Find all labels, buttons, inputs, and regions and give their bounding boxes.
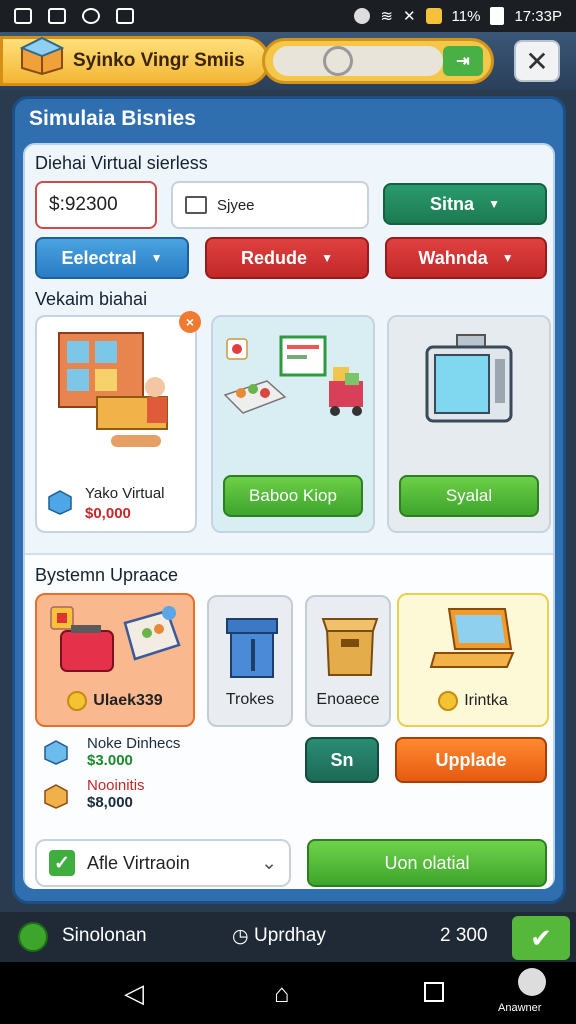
box-crate-icon xyxy=(321,618,379,676)
section-label-virtual: Diehai Virtual sierless xyxy=(35,153,208,173)
panel-body: Diehai Virtual sierless $:92300 Sjyee Si… xyxy=(23,143,555,889)
export-icon[interactable]: ⇥ xyxy=(443,46,483,76)
list-item-2-name: Nooinitis xyxy=(87,777,145,794)
chevron-down-icon: ▼ xyxy=(321,251,333,265)
price-input-value: $:92300 xyxy=(49,194,118,215)
confirm-check-icon[interactable]: ✔ xyxy=(512,916,570,960)
signal-icon: ✕ xyxy=(402,8,416,25)
name-input-value: Sjyee xyxy=(217,196,255,214)
section-label-shop: Vekaim biahai xyxy=(35,289,148,309)
card-business-name: Yako Virtual xyxy=(85,485,165,502)
company-name: Sinolonan xyxy=(62,925,147,946)
upgrade-tile-3-label: Enoaece xyxy=(316,691,380,708)
vending-machine-icon xyxy=(425,334,513,423)
clock-time: 17:33P xyxy=(514,7,562,25)
upgrade-tile-3[interactable]: Enoaece xyxy=(305,595,391,727)
charging-icon xyxy=(425,8,442,24)
back-icon[interactable]: ◁ xyxy=(124,978,144,1009)
category-dropdown[interactable]: Sitna ▼ xyxy=(383,183,547,225)
card-shop-button[interactable]: Baboo Kiop xyxy=(223,475,363,517)
clock-icon xyxy=(82,8,100,24)
assistant-label: Anawner xyxy=(498,1002,542,1014)
store-market-icon xyxy=(223,335,363,416)
upgrade-tile-4-label: Irintka xyxy=(399,691,547,711)
upgrade-tile-2-label: Trokes xyxy=(225,691,275,708)
crate-icon xyxy=(44,784,68,809)
upgrade-tile-2[interactable]: Trokes xyxy=(207,595,293,727)
card-machine-button[interactable]: Syalal xyxy=(399,475,539,517)
business-select-value: Afle Virtraoin xyxy=(87,852,190,873)
reduce-dropdown[interactable]: Redude ▼ xyxy=(205,237,369,279)
filter-dropdown[interactable]: Wahnda ▼ xyxy=(385,237,547,279)
name-input[interactable]: Sjyee xyxy=(171,181,369,229)
business-card-shop[interactable]: Baboo Kiop xyxy=(211,315,375,533)
assistant-icon[interactable] xyxy=(518,968,546,996)
home-badge-icon[interactable] xyxy=(18,922,48,952)
chevron-down-icon: ▼ xyxy=(501,251,514,265)
upgrade-tile-1-label: Ulaek339 xyxy=(37,691,193,711)
image-icon xyxy=(14,8,32,24)
business-select[interactable]: ✓ Afle Virtraoin ⌄ xyxy=(35,839,291,887)
chevron-down-icon: ⌄ xyxy=(261,852,277,874)
upgrade-button[interactable]: Upplade xyxy=(395,737,547,783)
list-item-1[interactable]: Noke Dinhecs $3.000 xyxy=(87,735,180,769)
clipboard-icon xyxy=(116,8,134,24)
upgrade-tile-4[interactable]: Irintka xyxy=(397,593,549,727)
status-bar: ≋ ✕ 11% 17:33P xyxy=(0,0,576,32)
cube-icon xyxy=(48,490,72,515)
clock-icon: ◷ xyxy=(232,926,249,947)
price-input[interactable]: $:92300 xyxy=(35,181,157,229)
game-title: Syinko Vingr Smiis xyxy=(73,50,245,71)
business-card-office[interactable]: × Yako Virtual $0,000 xyxy=(35,311,201,533)
home-icon[interactable]: ⌂ xyxy=(274,978,290,1009)
reduce-dropdown-label: Redude xyxy=(241,247,308,268)
upgrade-section: Bystemn Upraace Ulaek339 Trokes Enoaece … xyxy=(25,553,553,889)
search-icon xyxy=(323,46,353,76)
section-label-upgrade: Bystemn Upraace xyxy=(35,565,179,585)
chevron-down-icon: ▼ xyxy=(150,251,163,265)
crate-logo-icon xyxy=(20,36,64,76)
business-card-machine[interactable]: Syalal xyxy=(387,315,551,533)
type-dropdown[interactable]: Eelectral ▼ xyxy=(35,237,189,279)
sn-button[interactable]: Sn xyxy=(305,737,379,783)
bottom-status-bar: Sinolonan ◷ Uprdhay 2 300 ✔ xyxy=(0,912,576,962)
chevron-down-icon: ▼ xyxy=(488,197,500,211)
list-item-2[interactable]: Nooinitis $8,000 xyxy=(87,777,145,811)
calendar-icon xyxy=(48,8,66,24)
category-dropdown-label: Sitna xyxy=(430,193,475,214)
balance-value: 2 300 xyxy=(440,925,488,946)
system-navbar: ◁ ⌂ Anawner xyxy=(0,962,576,1024)
filter-dropdown-label: Wahnda xyxy=(418,247,488,268)
sync-icon xyxy=(354,8,371,24)
list-item-1-name: Noke Dinhecs xyxy=(87,735,181,752)
blue-storage-icon xyxy=(226,618,278,678)
coin-icon xyxy=(67,691,88,711)
upgrade-tile-1[interactable]: Ulaek339 xyxy=(35,593,195,727)
laptop-icon xyxy=(429,608,515,668)
game-header: Syinko Vingr Smiis ⇥ ✕ xyxy=(0,32,576,90)
checkbox-icon: ✓ xyxy=(49,850,75,876)
list-item-2-price: $8,000 xyxy=(87,794,133,811)
coin-icon xyxy=(438,691,459,711)
top-search-bar[interactable]: ⇥ xyxy=(262,38,494,84)
office-desk-icon xyxy=(58,332,168,447)
update-label: Uprdhay xyxy=(254,925,326,946)
panel-title: Simulaia Bisnies xyxy=(29,107,196,130)
battery-icon xyxy=(490,7,505,25)
apply-button[interactable]: Uon olatial xyxy=(307,839,547,887)
list-item-1-price: $3.000 xyxy=(87,752,133,769)
type-dropdown-label: Eelectral xyxy=(61,247,137,268)
blue-cube-icon xyxy=(44,740,68,765)
business-panel: Simulaia Bisnies Diehai Virtual sierless… xyxy=(12,96,566,904)
battery-percent: 11% xyxy=(451,7,481,25)
document-icon xyxy=(185,196,207,214)
food-cart-icon xyxy=(50,606,181,672)
wifi-icon: ≋ xyxy=(380,8,393,25)
card-business-price: $0,000 xyxy=(85,505,131,522)
recents-icon[interactable] xyxy=(424,982,444,1002)
close-button[interactable]: ✕ xyxy=(514,40,560,82)
